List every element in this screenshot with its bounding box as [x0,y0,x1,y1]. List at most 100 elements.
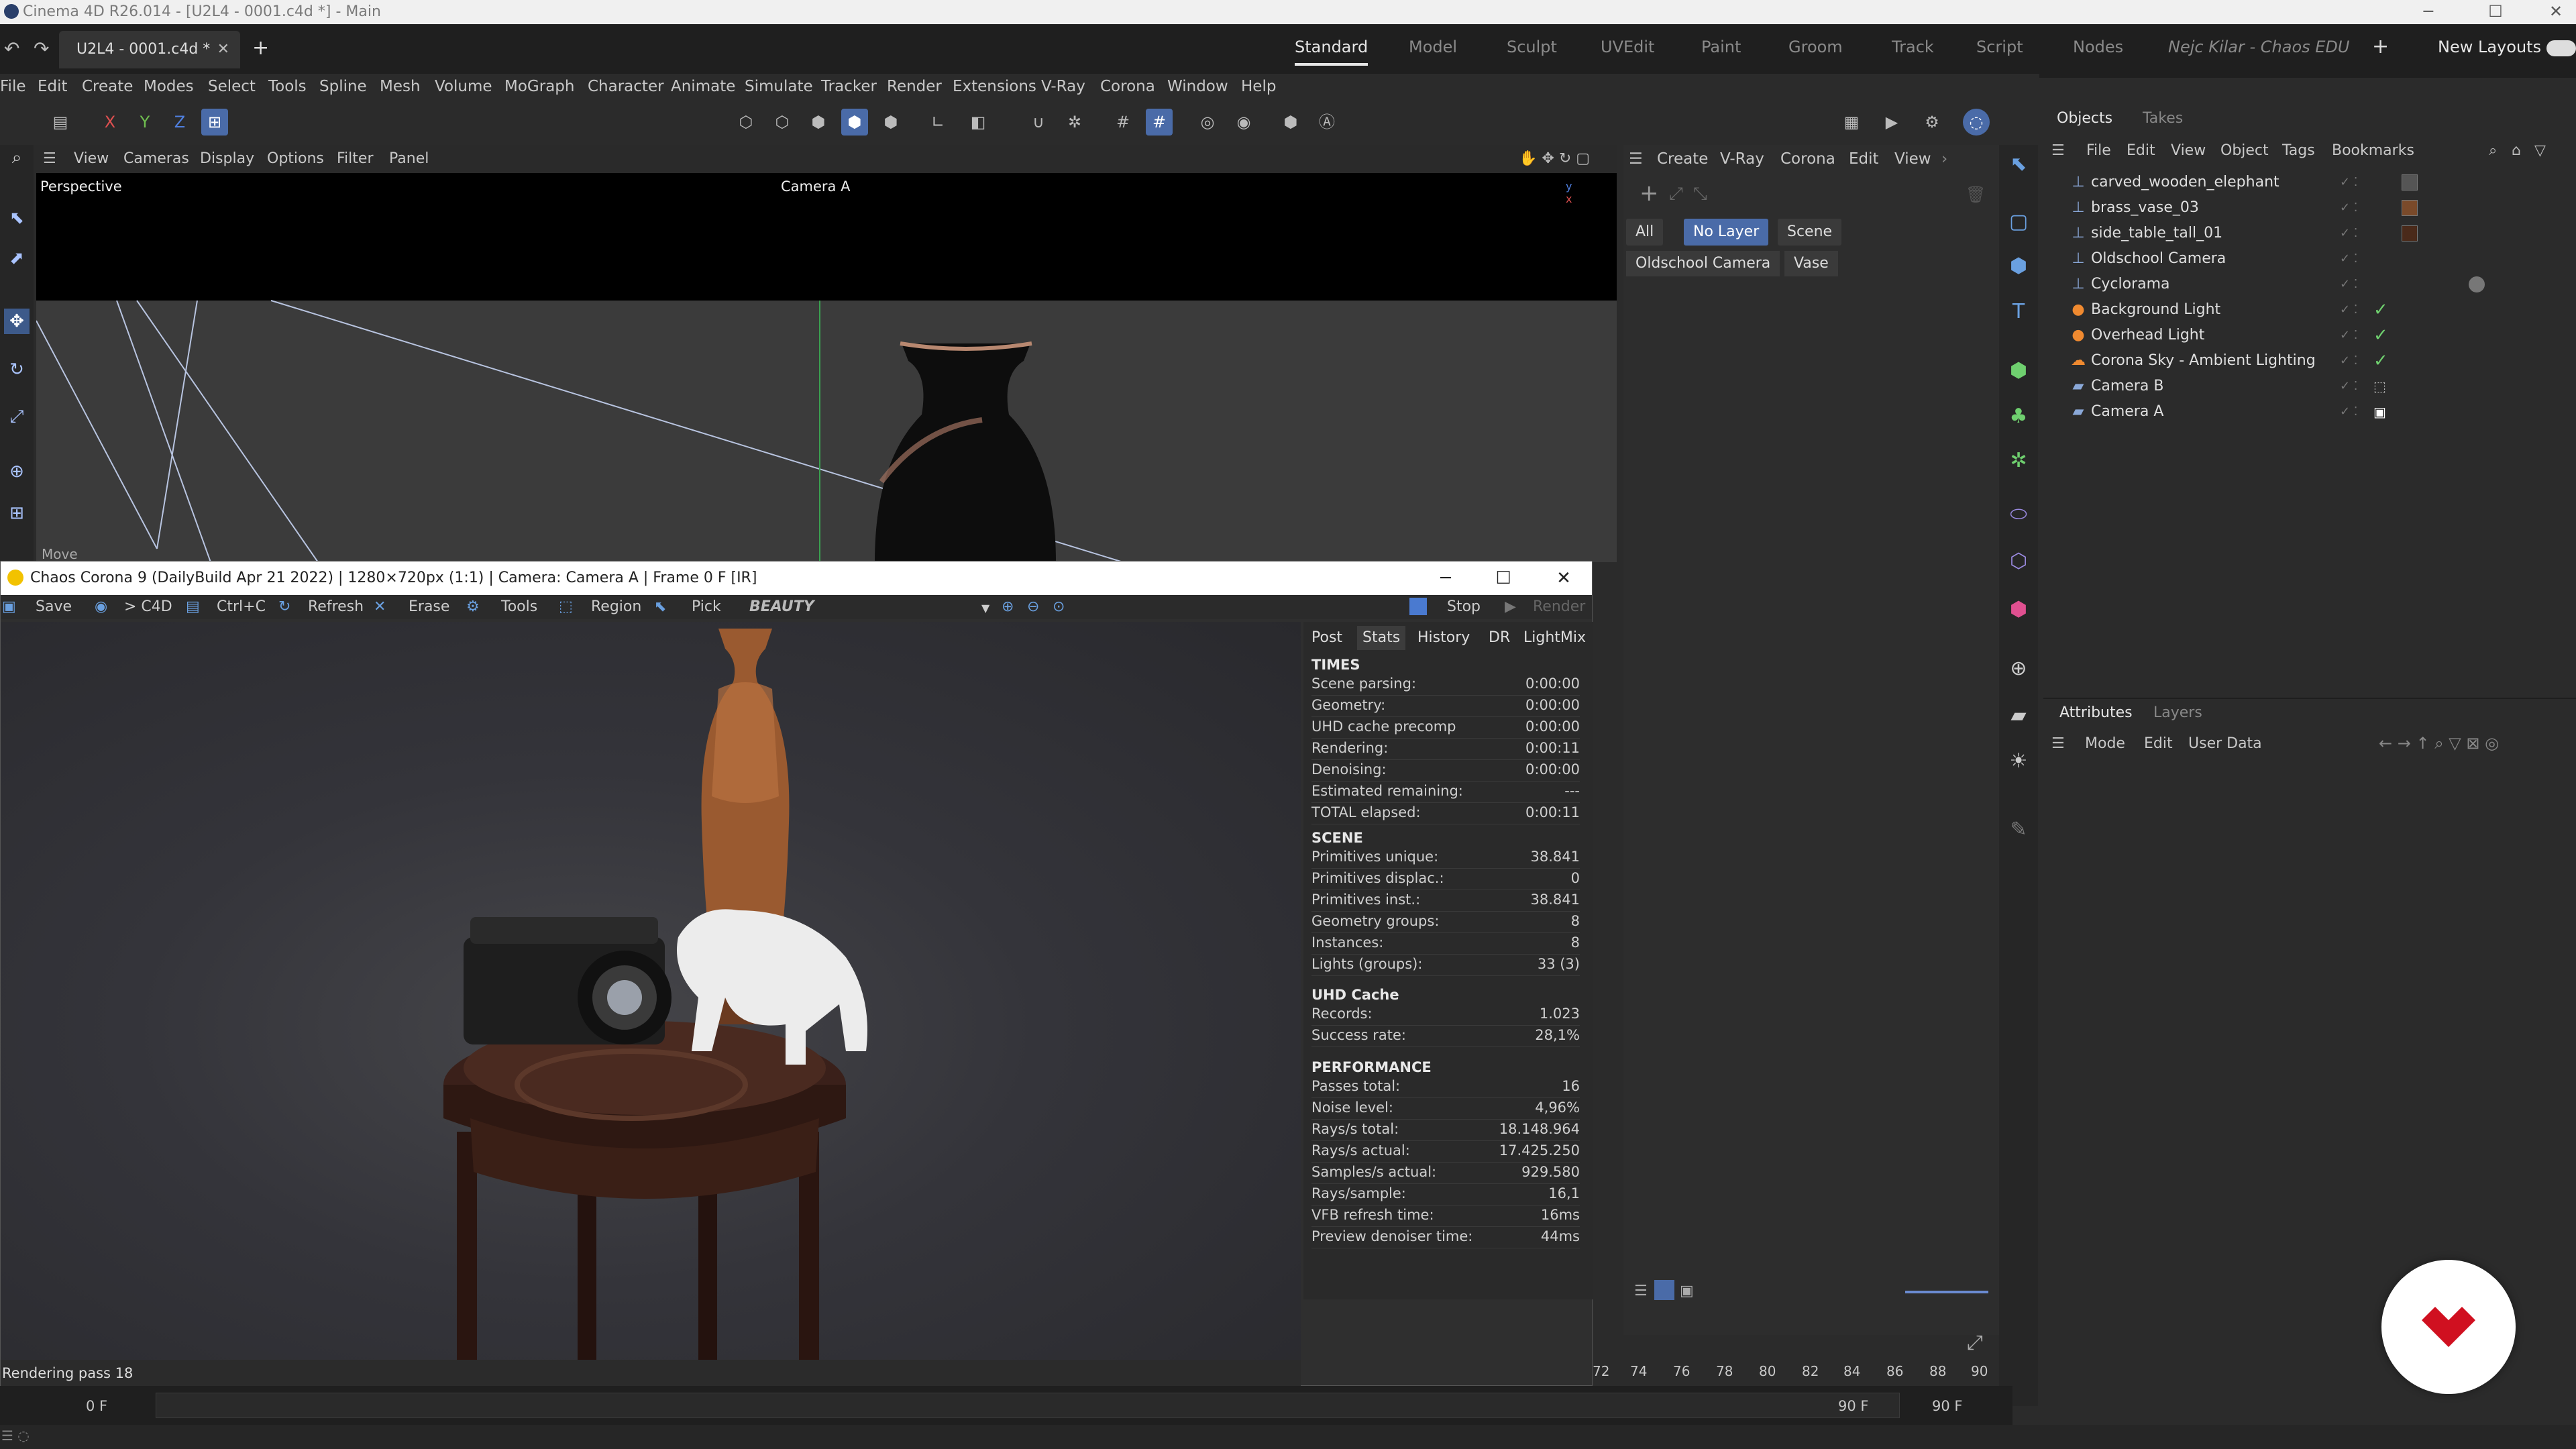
selection-filter-icon[interactable]: ⬉ [2004,150,2033,178]
uv-mode-icon[interactable]: ⬢ [877,109,904,136]
cube-outline-icon[interactable]: ▢ [2004,208,2033,236]
tab-dr[interactable]: DR [1483,626,1515,650]
dynamic-placement-icon[interactable]: ⊞ [4,500,30,526]
menu-edit[interactable]: Edit [38,78,68,95]
tab-objects[interactable]: Objects [2057,110,2112,127]
viewport-nav-icons[interactable]: ✋ ✥ ↻ ▢ [1519,150,1590,167]
document-tab[interactable]: U2L4 - 0001.c4d * ✕ [59,31,240,68]
viewport-menu-panel[interactable]: Panel [389,150,429,167]
layer-menu-corona[interactable]: Corona [1780,150,1835,168]
menu-volume[interactable]: Volume [435,78,492,95]
snap-settings-icon[interactable]: ✲ [1061,109,1088,136]
tab-stats[interactable]: Stats [1357,626,1406,650]
menu-file[interactable]: File [0,78,26,95]
viewport-menu-icon[interactable]: ☰ [43,150,56,167]
object-row[interactable]: ● Background Light ✓ ⁚ ✓ [2070,298,2573,322]
icon-size-slider[interactable] [1905,1291,1988,1293]
pick-icon[interactable]: ⬉ [654,598,666,615]
viewport-menu-filter[interactable]: Filter [337,150,373,167]
end-frame-field[interactable]: 90 F [1932,1398,1962,1414]
rotate-tool-icon[interactable]: ↻ [4,357,30,382]
menu-character[interactable]: Character [588,78,664,95]
interactive-render-icon[interactable]: ◌ [1963,109,1990,136]
menu-modes[interactable]: Modes [144,78,194,95]
refresh-icon[interactable]: ↻ [278,598,290,615]
object-row[interactable]: ⊥ Cyclorama ✓ ⁚ [2070,272,2573,297]
filter-scene[interactable]: Scene [1778,219,1842,246]
frame-range-slider[interactable] [156,1393,1900,1418]
live-selection-icon[interactable]: ⬈ [4,246,30,271]
tools-icon[interactable]: ⚙ [466,598,480,615]
undo-icon[interactable]: ↶ [4,38,19,60]
lock-icon[interactable]: ◎ [1194,109,1221,136]
object-row[interactable]: ⊥ Oldschool Camera ✓ ⁚ [2070,247,2573,271]
text-icon[interactable]: T [2004,298,2033,326]
object-row[interactable]: ⊥ brass_vase_03 ✓ ⁚ [2070,196,2573,220]
visibility-icon[interactable]: ✓ ⁚ [2340,298,2358,322]
layout-uvedit[interactable]: UVEdit [1601,38,1654,56]
visibility-icon[interactable]: ✓ ⁚ [2340,170,2358,195]
stop-button[interactable]: Stop [1447,598,1481,615]
copy-button[interactable]: Ctrl+C [217,598,266,615]
pick-button[interactable]: Pick [692,598,721,615]
filter-no-layer[interactable]: No Layer [1684,219,1769,246]
visibility-icon[interactable]: ✓ ⁚ [2340,323,2358,347]
grid-view-icon[interactable] [1654,1280,1674,1300]
layer-menu-edit[interactable]: Edit [1849,150,1879,168]
viewport[interactable]: Perspective Camera A Move yx [36,173,1617,562]
z-axis-button[interactable]: Z [166,109,193,136]
viewport-menu-options[interactable]: Options [267,150,324,167]
workplane-icon[interactable]: # [1146,109,1173,136]
layout-toggle[interactable] [2546,40,2576,56]
generator-icon[interactable]: ⬢ [2004,357,2033,385]
objects-menu-icon[interactable]: ☰ [2051,142,2065,159]
to-c4d-icon[interactable]: ◉ [95,598,107,615]
camera-tag-icon[interactable]: ▣ [2373,400,2386,424]
layout-sculpt[interactable]: Sculpt [1507,38,1557,56]
enabled-check-icon[interactable]: ✓ [2373,298,2388,322]
layout-standard[interactable]: Standard [1295,38,1368,66]
layer-menu-vray[interactable]: V-Ray [1720,150,1764,168]
light-create-icon[interactable]: ☀ [2004,747,2033,775]
to-c4d-button[interactable]: > C4D [124,598,172,615]
save-icon[interactable]: ▣ [2,598,16,615]
camera-create-icon[interactable]: ▰ [2004,702,2033,730]
mograph-icon[interactable]: ♣ [2004,402,2033,431]
axis-mode-icon[interactable]: ∟ [924,109,951,136]
range-end-field[interactable]: 90 F [1838,1398,1868,1414]
zoom-out-icon[interactable]: ⊖ [1027,598,1039,615]
material-tag[interactable] [2402,200,2418,216]
object-mode-icon[interactable]: ⬢ [841,109,868,136]
edges-mode-icon[interactable]: ⬡ [769,109,796,136]
viewport-menu-cameras[interactable]: Cameras [123,150,189,167]
render-view-icon[interactable]: ▦ [1838,109,1865,136]
objects-menu-edit[interactable]: Edit [2127,142,2155,159]
new-layouts-button[interactable]: New Layouts [2438,38,2541,56]
y-axis-button[interactable]: Y [131,109,158,136]
object-row[interactable]: ▰ Camera B ✓ ⁚ ⬚ [2070,374,2573,398]
enabled-check-icon[interactable]: ✓ [2373,323,2388,347]
vfb-close-icon[interactable]: ✕ [1544,561,1584,595]
selection-tool-icon[interactable]: ⬉ [4,205,30,231]
pass-dropdown-icon[interactable]: ▼ [981,602,989,614]
layout-nodes[interactable]: Nodes [2073,38,2123,56]
coordinate-system-icon[interactable]: ⊞ [201,109,228,136]
filter-all[interactable]: All [1626,219,1664,246]
material-tag[interactable] [2402,225,2418,241]
visibility-icon[interactable]: ✓ ⁚ [2340,196,2358,220]
snap-icon[interactable]: ∪ [1025,109,1052,136]
paint-icon[interactable]: ✎ [2004,816,2033,844]
maximize-icon[interactable]: ☐ [2475,0,2516,24]
render-icon[interactable]: Ⓐ [1313,109,1340,136]
erase-icon[interactable]: ✕ [374,598,386,615]
link-icon[interactable]: ⤢ [1669,184,1683,205]
save-button[interactable]: Save [36,598,72,615]
attributes-nav-icons[interactable]: ← → ↑ ⌕ ▽ ⊠ ◎ [2379,734,2499,753]
layer-menu-view[interactable]: View [1894,150,1931,168]
large-view-icon[interactable]: ▣ [1680,1283,1694,1299]
objects-home-icon[interactable]: ⌂ [2512,142,2521,159]
tab-attributes[interactable]: Attributes [2059,704,2133,721]
region-icon[interactable]: ⬚ [559,598,573,615]
chevron-right-icon[interactable]: › [1941,150,1947,168]
menu-mesh[interactable]: Mesh [380,78,421,95]
